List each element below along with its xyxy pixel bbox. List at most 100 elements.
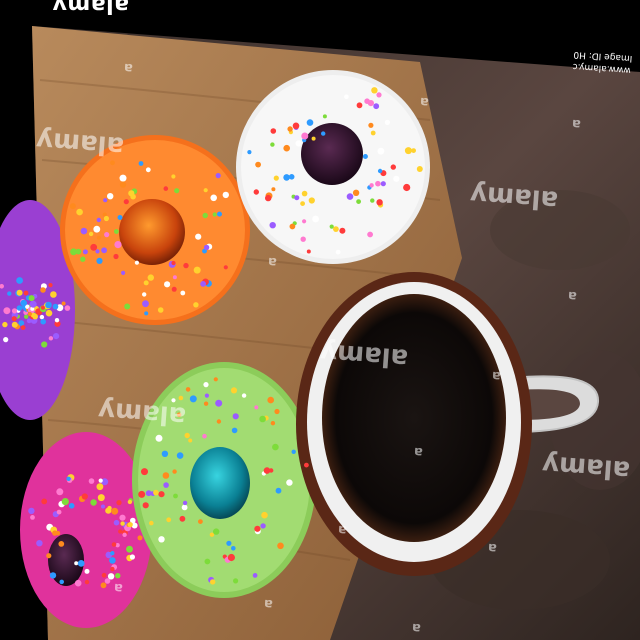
sprinkle xyxy=(40,305,46,310)
sprinkle xyxy=(173,493,178,499)
sprinkle xyxy=(321,131,326,136)
sprinkle xyxy=(166,517,172,523)
sprinkle xyxy=(155,434,163,442)
sprinkle xyxy=(367,100,374,107)
sprinkle xyxy=(193,266,201,274)
sprinkle xyxy=(145,167,151,173)
sprinkle xyxy=(41,498,48,505)
sprinkle xyxy=(233,578,239,584)
sprinkle xyxy=(163,482,169,488)
sprinkle xyxy=(3,337,9,343)
sprinkle xyxy=(76,208,83,216)
sprinkle xyxy=(90,499,97,506)
watermark-word: alamy xyxy=(35,124,125,162)
sprinkle xyxy=(312,215,319,223)
sprinkle xyxy=(377,168,383,174)
sprinkle xyxy=(322,114,327,119)
sprinkle xyxy=(23,290,29,296)
watermark-letter: a xyxy=(113,579,124,596)
sprinkle xyxy=(377,147,385,155)
sprinkle xyxy=(39,314,45,320)
sprinkle xyxy=(179,515,186,522)
sprinkle xyxy=(227,553,235,562)
sprinkle xyxy=(171,286,177,292)
sprinkle xyxy=(289,223,296,230)
sprinkle xyxy=(181,504,188,511)
watermark-letter: a xyxy=(567,287,578,304)
sprinkle xyxy=(269,468,274,473)
sprinkle xyxy=(356,102,363,109)
sprinkle xyxy=(11,321,18,328)
sprinkle xyxy=(370,130,376,136)
sprinkle xyxy=(304,462,309,468)
sprinkle xyxy=(104,232,110,238)
sprinkle xyxy=(48,283,53,288)
sprinkle xyxy=(110,160,115,166)
image-credit: www.alamy.c Image ID: H0 xyxy=(572,48,633,76)
sprinkle xyxy=(30,515,35,520)
sprinkle xyxy=(88,478,95,484)
sprinkle xyxy=(292,122,300,130)
sprinkle xyxy=(356,199,361,205)
sprinkle xyxy=(103,198,108,203)
sprinkle xyxy=(161,450,169,457)
sprinkle xyxy=(110,566,115,572)
sprinkle xyxy=(210,579,216,585)
sprinkle xyxy=(11,308,18,314)
sprinkle xyxy=(16,305,23,311)
sprinkle xyxy=(142,300,149,308)
sprinkle xyxy=(111,507,119,515)
sprinkle xyxy=(40,318,46,325)
sprinkle xyxy=(274,408,280,415)
sprinkle xyxy=(61,498,69,506)
pink-donut xyxy=(20,432,152,628)
sprinkle xyxy=(54,318,60,323)
sprinkle xyxy=(271,187,276,192)
sprinkle xyxy=(138,161,144,166)
sprinkle xyxy=(118,529,123,534)
sprinkle xyxy=(188,438,193,443)
sprinkle xyxy=(231,546,236,551)
sprinkle xyxy=(120,521,125,526)
sprinkle xyxy=(203,401,209,406)
sprinkle xyxy=(29,300,37,308)
watermark-letter: a xyxy=(491,367,502,384)
sprinkle xyxy=(287,126,293,132)
sprinkle xyxy=(90,243,98,251)
watermark-letter: a xyxy=(487,539,498,556)
sprinkle xyxy=(339,227,346,234)
sprinkle xyxy=(291,449,296,454)
sprinkle xyxy=(275,487,282,494)
watermark-word: alamy xyxy=(97,394,187,432)
sprinkle xyxy=(277,542,284,550)
sprinkle xyxy=(11,316,17,322)
sprinkle xyxy=(80,256,86,262)
sprinkle xyxy=(375,180,381,187)
sprinkle xyxy=(384,119,390,125)
sprinkle xyxy=(36,540,43,547)
sprinkle xyxy=(222,191,229,199)
sprinkle xyxy=(126,545,133,553)
sprinkle xyxy=(371,87,378,94)
sprinkle xyxy=(215,399,223,407)
sprinkle xyxy=(368,122,374,128)
sprinkle xyxy=(270,142,275,147)
sprinkle xyxy=(403,183,411,192)
sprinkle xyxy=(163,186,169,191)
sprinkle xyxy=(176,452,184,459)
sprinkle xyxy=(252,573,258,578)
sprinkle xyxy=(95,249,100,254)
sprinkle xyxy=(40,287,46,293)
sprinkle xyxy=(107,505,112,511)
sprinkle xyxy=(80,227,88,235)
sprinkle xyxy=(367,231,373,238)
sprinkle xyxy=(204,558,211,565)
sprinkle xyxy=(267,396,275,404)
sprinkle xyxy=(143,280,149,286)
sprinkle xyxy=(147,274,154,281)
sprinkle xyxy=(158,536,165,543)
sprinkle xyxy=(56,509,62,515)
sprinkle xyxy=(58,541,65,547)
sprinkle xyxy=(210,194,217,202)
sprinkle xyxy=(259,415,266,423)
